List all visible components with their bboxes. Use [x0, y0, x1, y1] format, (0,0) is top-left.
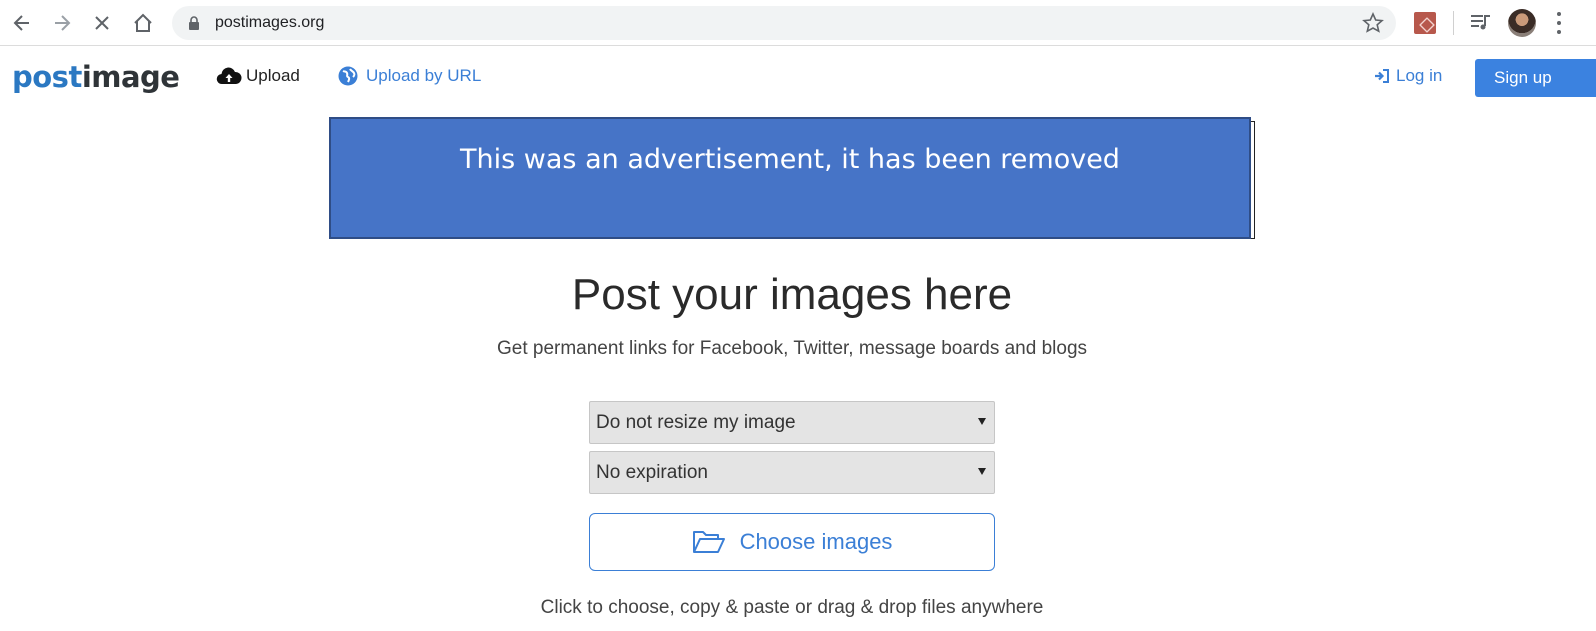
- menu-icon[interactable]: [1556, 12, 1562, 34]
- sign-in-icon: [1375, 69, 1389, 83]
- browser-toolbar: postimages.org: [0, 0, 1596, 46]
- expiration-select[interactable]: No expiration: [589, 451, 995, 494]
- stop-button[interactable]: [88, 9, 116, 37]
- stop-icon: [95, 16, 109, 30]
- resize-select[interactable]: Do not resize my image: [589, 401, 995, 444]
- upload-hint: Click to choose, copy & paste or drag & …: [540, 597, 1044, 618]
- choose-images-label: Choose images: [739, 529, 893, 554]
- home-icon: [134, 13, 152, 32]
- forward-arrow-icon: [55, 15, 71, 31]
- page-subtitle: Get permanent links for Facebook, Twitte…: [496, 338, 1088, 359]
- back-button[interactable]: [8, 9, 36, 37]
- folder-open-icon: [692, 531, 725, 553]
- url-text: postimages.org: [215, 14, 325, 31]
- resize-select-value: Do not resize my image: [596, 412, 796, 433]
- cloud-upload-icon: [216, 67, 242, 85]
- back-arrow-icon: [13, 15, 29, 31]
- login-link[interactable]: Log in: [1374, 66, 1442, 86]
- toolbar-divider: [1453, 11, 1454, 35]
- address-bar[interactable]: postimages.org: [172, 6, 1396, 40]
- page-title: Post your images here: [571, 270, 1013, 319]
- forward-button[interactable]: [48, 9, 76, 37]
- site-logo[interactable]: postimage: [12, 60, 180, 94]
- upload-label: Upload: [246, 66, 300, 85]
- globe-icon: [338, 66, 358, 86]
- home-button[interactable]: [129, 9, 157, 37]
- upload-by-url-link[interactable]: Upload by URL: [338, 66, 481, 86]
- choose-images-button[interactable]: Choose images: [589, 513, 995, 571]
- ad-text: This was an advertisement, it has been r…: [460, 144, 1120, 175]
- caret-down-icon: [978, 418, 986, 425]
- pdf-extension-icon[interactable]: [1414, 12, 1436, 34]
- star-icon[interactable]: [1362, 12, 1384, 34]
- upload-link[interactable]: Upload: [216, 66, 300, 86]
- caret-down-icon: [978, 468, 986, 475]
- avatar[interactable]: [1508, 9, 1536, 37]
- login-label: Log in: [1396, 66, 1443, 85]
- ad-frame-edge: [1251, 121, 1255, 239]
- ad-banner: This was an advertisement, it has been r…: [329, 117, 1251, 239]
- upload-by-url-label: Upload by URL: [366, 66, 482, 85]
- logo-part-image: image: [81, 60, 180, 94]
- logo-part-post: post: [12, 60, 82, 94]
- queue-icon[interactable]: [1470, 13, 1492, 33]
- lock-icon: [189, 16, 199, 30]
- signup-button[interactable]: Sign up: [1475, 59, 1596, 97]
- expiration-select-value: No expiration: [596, 462, 708, 483]
